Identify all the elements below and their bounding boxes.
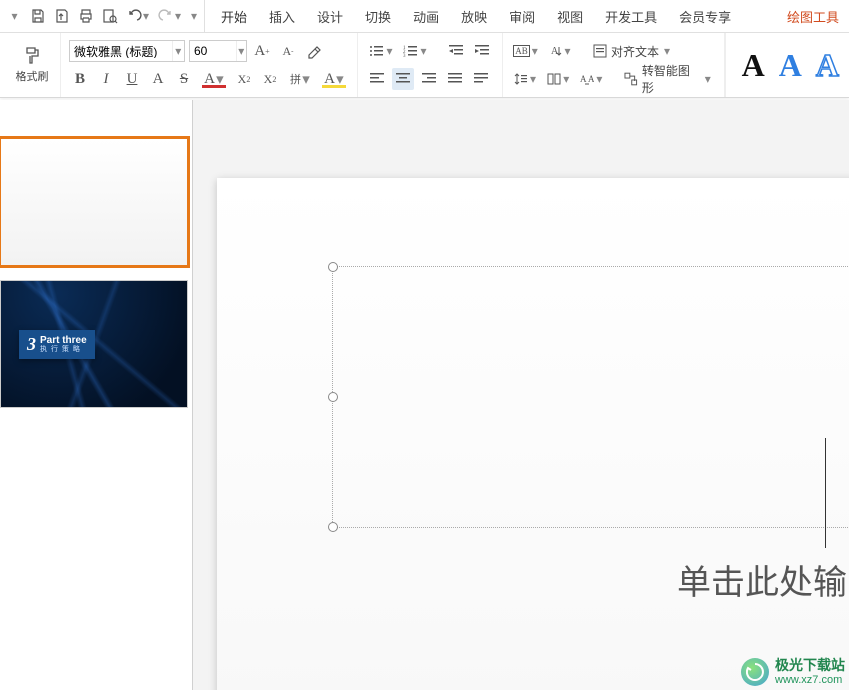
watermark-logo-icon (741, 658, 769, 686)
svg-text:A: A (580, 74, 587, 84)
menu-tabs: 开始 插入 设计 切换 动画 放映 审阅 视图 开发工具 会员专享 (205, 0, 747, 32)
tab-drawing-tools[interactable]: 绘图工具 (785, 3, 841, 30)
grow-font-button[interactable]: A+ (251, 40, 273, 62)
tab-view[interactable]: 视图 (555, 3, 585, 30)
save-as-icon[interactable] (54, 8, 70, 24)
align-text-button[interactable]: 对齐文本▾ (589, 40, 675, 62)
font-color-button[interactable]: A▾ (199, 68, 229, 90)
tab-insert[interactable]: 插入 (267, 3, 297, 30)
slide3-badge: 3 Part three 执 行 策 略 (19, 330, 95, 359)
shrink-font-button[interactable]: A- (277, 40, 299, 62)
tab-review[interactable]: 审阅 (507, 3, 537, 30)
columns-button[interactable]: ▾ (544, 68, 573, 90)
increase-indent-button[interactable] (472, 40, 494, 62)
tab-transition[interactable]: 切换 (363, 3, 393, 30)
save-icon[interactable] (30, 8, 46, 24)
qat-customize-icon[interactable]: ▾ (190, 9, 198, 23)
group-wordart: A A A (725, 33, 849, 97)
quick-access-toolbar: ▾ ▾ ▾ ▾ (0, 0, 205, 32)
font-name-combo[interactable]: ▾ (69, 40, 185, 62)
clear-format-button[interactable] (303, 40, 325, 62)
italic-button[interactable]: I (95, 68, 117, 90)
title-placeholder[interactable] (332, 266, 849, 528)
decrease-indent-button[interactable] (446, 40, 468, 62)
number-list-button[interactable]: 123 ▾ (400, 40, 430, 62)
print-preview-icon[interactable] (102, 8, 118, 24)
highlight-button[interactable]: A▾ (319, 68, 349, 90)
resize-handle-bl[interactable] (328, 522, 338, 532)
bold-button[interactable]: B (69, 68, 91, 90)
line-spacing-button[interactable]: ▾ (511, 68, 540, 90)
align-justify-button[interactable] (444, 68, 466, 90)
title-placeholder-text: 单击此处输 (677, 555, 847, 604)
shadow-button[interactable]: A (147, 68, 169, 90)
font-size-dropdown-icon[interactable]: ▾ (236, 41, 246, 61)
tab-member[interactable]: 会员专享 (677, 3, 733, 30)
font-name-dropdown-icon[interactable]: ▾ (172, 41, 184, 61)
bullet-list-button[interactable]: ▾ (366, 40, 396, 62)
char-spacing-button[interactable]: AA▾ (577, 68, 606, 90)
redo-dropdown-icon[interactable]: ▾ (174, 9, 182, 23)
svg-text:3: 3 (403, 54, 406, 57)
tab-devtools[interactable]: 开发工具 (603, 3, 659, 30)
watermark-text-url: www.xz7.com (775, 674, 845, 686)
group-paragraph: ▾ 123 ▾ (358, 33, 503, 97)
align-center-button[interactable] (392, 68, 414, 90)
group-text-utils: AB▾ A▾ 对齐文本▾ ▾ ▾ AA▾ (503, 33, 725, 97)
font-size-input[interactable] (190, 44, 236, 58)
align-right-button[interactable] (418, 68, 440, 90)
font-name-input[interactable] (70, 44, 172, 58)
font-size-combo[interactable]: ▾ (189, 40, 247, 62)
tab-animation[interactable]: 动画 (411, 3, 441, 30)
slide-thumb-1[interactable] (0, 138, 188, 266)
slide-canvas[interactable]: 单击此处输 (217, 178, 849, 690)
workspace: 3 Part three 执 行 策 略 单击此处输 (0, 100, 849, 690)
undo-dropdown-icon[interactable]: ▾ (142, 9, 150, 23)
resize-handle-ml[interactable] (328, 392, 338, 402)
slide-edit-area[interactable]: 单击此处输 极光下载站 www.xz7.com (193, 100, 849, 690)
wordart-style-blue[interactable]: A (779, 49, 802, 81)
convert-smartart-button[interactable]: 转智能图形▾ (620, 68, 715, 90)
superscript-button[interactable]: X2 (233, 68, 255, 90)
group-font: ▾ ▾ A+ A- B I U A S A▾ X2 X2 (61, 33, 358, 97)
group-clipboard: 格式刷 (4, 33, 61, 97)
format-painter-button[interactable]: 格式刷 (12, 46, 52, 84)
slide3-subtitle: 执 行 策 略 (40, 346, 87, 353)
text-cursor (825, 438, 826, 548)
ribbon: 格式刷 ▾ ▾ A+ A- B I (0, 33, 849, 98)
wordart-style-solid[interactable]: A (742, 49, 765, 81)
watermark-text-cn: 极光下载站 (775, 658, 845, 673)
print-icon[interactable] (78, 8, 94, 24)
wordart-style-outline[interactable]: A (816, 49, 839, 81)
redo-button[interactable]: ▾ (158, 8, 182, 24)
underline-button[interactable]: U (121, 68, 143, 90)
menu-caret-icon[interactable]: ▾ (6, 8, 22, 24)
svg-text:A: A (551, 46, 559, 57)
format-painter-icon (22, 46, 42, 66)
align-distribute-button[interactable] (470, 68, 492, 90)
undo-button[interactable]: ▾ (126, 8, 150, 24)
text-direction-button[interactable]: A▾ (545, 40, 575, 62)
slide-thumb-2[interactable]: 3 Part three 执 行 策 略 (0, 280, 188, 408)
svg-text:A: A (588, 74, 594, 84)
pinyin-button[interactable]: 拼▾ (285, 68, 315, 90)
title-tab-bar: ▾ ▾ ▾ ▾ 开始 插入 设计 切换 动画 放映 审阅 视图 开发 (0, 0, 849, 33)
tab-slideshow[interactable]: 放映 (459, 3, 489, 30)
slide3-title: Part three (40, 336, 87, 346)
char-effects-button[interactable]: AB▾ (511, 40, 541, 62)
format-painter-label: 格式刷 (16, 68, 49, 84)
slide3-number: 3 (27, 334, 36, 355)
resize-handle-tl[interactable] (328, 262, 338, 272)
tab-start[interactable]: 开始 (219, 3, 249, 30)
align-left-button[interactable] (366, 68, 388, 90)
watermark: 极光下载站 www.xz7.com (741, 658, 845, 686)
strike-button[interactable]: S (173, 68, 195, 90)
slide-thumbnail-panel: 3 Part three 执 行 策 略 (0, 100, 193, 690)
subscript-button[interactable]: X2 (259, 68, 281, 90)
tab-design[interactable]: 设计 (315, 3, 345, 30)
